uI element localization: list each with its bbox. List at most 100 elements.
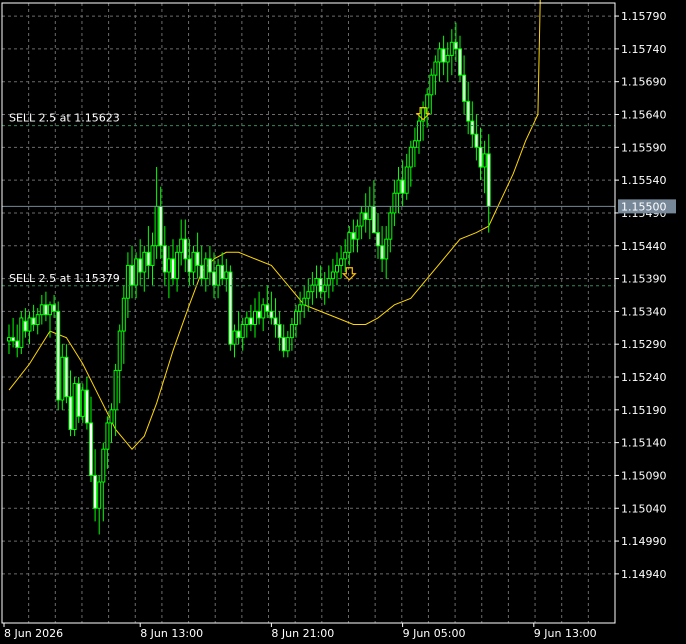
candle-body-27 (117, 330, 122, 371)
y-tick-label-4: 1.15590 (621, 141, 667, 154)
y-tick-label-12: 1.15190 (621, 404, 667, 417)
candle-body-66 (277, 324, 282, 339)
candle-body-103 (429, 74, 434, 96)
candle-body-69 (289, 324, 294, 339)
candle-body-83 (347, 232, 352, 253)
candle-body-106 (441, 48, 446, 63)
candle-body-4 (23, 320, 28, 332)
trade-level-label-0: SELL 2.5 at 1.15623 (9, 112, 120, 125)
candle-body-36 (154, 205, 159, 247)
candle-body-28 (121, 297, 126, 332)
candle-body-10 (48, 304, 52, 316)
candle-body-0 (7, 337, 11, 342)
candle-body-39 (166, 258, 171, 273)
candle-body-93 (388, 212, 393, 240)
candle-body-9 (43, 304, 48, 316)
y-tick-label-2: 1.15690 (621, 76, 667, 89)
candle-body-110 (458, 48, 462, 76)
candle-body-14 (64, 356, 69, 398)
candle-body-25 (109, 409, 114, 424)
candle-body-58 (244, 317, 249, 325)
candle-16 (72, 377, 77, 437)
y-tick-label-10: 1.15290 (621, 338, 667, 351)
candle-body-45 (191, 251, 196, 273)
candle-body-55 (232, 330, 237, 345)
candle-body-105 (437, 48, 442, 63)
candle-body-13 (60, 356, 65, 401)
candle-body-79 (330, 271, 335, 280)
candle-body-64 (269, 310, 274, 319)
y-tick-label-7: 1.15440 (621, 240, 667, 253)
candle-body-114 (474, 133, 479, 148)
candle-body-116 (482, 153, 487, 168)
candle-body-90 (376, 232, 380, 247)
candle-body-34 (146, 251, 151, 266)
candle-body-11 (52, 304, 57, 312)
candle-body-43 (183, 238, 188, 260)
candle-body-46 (195, 251, 200, 266)
y-tick-label-1: 1.15740 (621, 43, 667, 56)
candle-body-7 (35, 314, 40, 325)
candle-body-115 (478, 146, 483, 168)
candle-body-73 (306, 291, 311, 299)
candle-body-16 (72, 383, 77, 430)
candle-body-52 (220, 264, 225, 280)
x-tick-label-0: 8 Jun 2026 (4, 627, 63, 640)
y-tick-label-11: 1.15240 (621, 371, 667, 384)
candle-body-91 (380, 245, 385, 260)
candle-body-75 (314, 278, 319, 286)
candle-body-61 (257, 310, 262, 319)
candle-body-84 (351, 232, 356, 240)
y-tick-label-17: 1.14940 (621, 568, 667, 581)
candle-body-29 (125, 264, 130, 299)
x-tick-label-3: 9 Jun 05:00 (403, 627, 466, 640)
candle-body-81 (339, 258, 344, 266)
candle-body-112 (466, 100, 471, 122)
candle-body-18 (80, 389, 85, 417)
candle-body-32 (138, 258, 143, 273)
candle-17 (76, 377, 81, 423)
candle-body-35 (150, 245, 155, 266)
candle-body-65 (273, 317, 278, 325)
candle-body-97 (404, 166, 409, 194)
candle-body-8 (39, 304, 44, 316)
candle-12 (56, 301, 61, 410)
candle-body-99 (412, 140, 417, 148)
candle-body-33 (142, 251, 147, 273)
candle-body-21 (93, 474, 98, 509)
candle-body-3 (19, 317, 24, 348)
candle-body-92 (384, 238, 389, 260)
y-tick-label-9: 1.15340 (621, 305, 667, 318)
price-chart[interactable]: SELL 2.5 at 1.15623 SELL 2.5 at 1.15379 1… (0, 0, 686, 644)
candle-body-51 (216, 264, 221, 286)
y-tick-label-15: 1.15040 (621, 502, 667, 515)
candle-body-88 (367, 205, 372, 220)
candle-body-31 (134, 258, 139, 286)
candle-body-100 (417, 120, 421, 142)
candle-body-74 (310, 284, 315, 293)
candle-body-50 (212, 271, 216, 286)
candle-body-98 (408, 146, 413, 168)
candle-body-22 (97, 481, 102, 509)
candle-body-107 (445, 54, 450, 63)
candle-body-113 (470, 120, 475, 135)
y-tick-label-16: 1.14990 (621, 535, 667, 548)
candle-body-41 (175, 251, 180, 280)
candle-body-63 (265, 304, 270, 312)
candle-body-76 (318, 278, 323, 293)
candle-body-59 (248, 317, 253, 325)
candle-body-17 (76, 383, 81, 417)
candle-body-96 (400, 179, 405, 194)
y-tick-label-14: 1.15090 (621, 469, 667, 482)
candle-body-40 (171, 258, 175, 280)
x-tick-label-2: 8 Jun 21:00 (271, 627, 334, 640)
y-tick-label-13: 1.15140 (621, 437, 667, 450)
y-tick-label-0: 1.15790 (621, 10, 667, 23)
candle-54 (228, 265, 233, 351)
candle-body-72 (302, 297, 307, 306)
candle-body-109 (453, 41, 458, 50)
candle-body-111 (462, 74, 467, 102)
candle-body-70 (294, 310, 298, 325)
candle-body-57 (240, 324, 245, 339)
candle-body-37 (158, 205, 163, 247)
